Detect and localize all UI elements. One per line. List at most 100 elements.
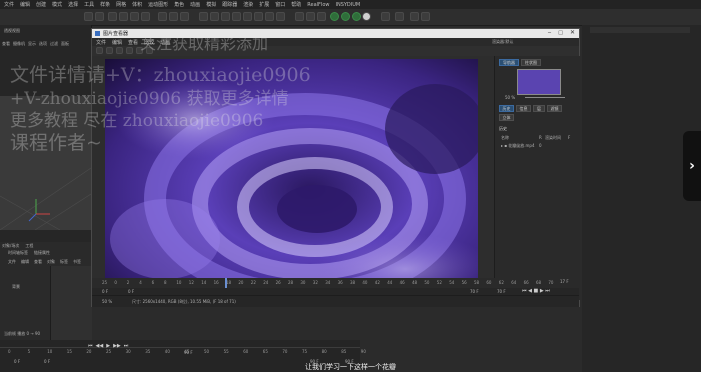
history-row[interactable]: ▸ ▪ 花瓣绽放.mp4 [501, 143, 535, 149]
record-icon[interactable] [362, 12, 371, 21]
menu-item-14[interactable]: 渲染 [243, 1, 253, 8]
last-frame-icon[interactable]: ⏭ [124, 343, 129, 350]
menu-item-1[interactable]: 编辑 [20, 1, 30, 8]
compare-a-icon[interactable] [116, 47, 123, 54]
menu-item-5[interactable]: 工具 [84, 1, 94, 8]
menu-item-7[interactable]: 网格 [116, 1, 126, 8]
menu-item-9[interactable]: 运动图形 [148, 1, 168, 8]
tab-navigator[interactable]: 导航器 [499, 59, 519, 66]
viewport-menu-5[interactable]: 面板 [61, 41, 69, 51]
pv-frame-ruler[interactable]: 25 0 2 4 6 8 10 12 14 16 18 20 22 24 26 28 30 32 34 36 38 40 4… [92, 278, 579, 288]
menu-item-3[interactable]: 模式 [52, 1, 62, 8]
menu-item-8[interactable]: 体积 [132, 1, 142, 8]
frame-b[interactable]: 70 F [470, 289, 479, 294]
object-menu-5[interactable]: 书签 [73, 259, 81, 265]
pv-menu-0[interactable]: 文件 [96, 39, 106, 46]
current-frame-display[interactable]: 90 F [184, 350, 193, 355]
frame-c[interactable]: 70 F [497, 289, 506, 294]
navigator-thumbnail[interactable] [517, 69, 561, 95]
menu-item-0[interactable]: 文件 [4, 1, 14, 8]
render-preset[interactable]: 渲染器:默认 [492, 39, 513, 45]
status-zoom[interactable]: 50 % [102, 299, 112, 304]
pv-playback-icons[interactable]: ⏮ ◀ ■ ▶ ⏭ [522, 288, 550, 294]
axis-y-icon[interactable] [169, 12, 178, 21]
move-icon[interactable] [119, 12, 128, 21]
axis-z-icon[interactable] [180, 12, 189, 21]
compare-b-icon[interactable] [126, 47, 133, 54]
render-icon[interactable] [317, 12, 326, 21]
undo-icon[interactable] [84, 12, 93, 21]
navigator-zoom[interactable]: 50 % [505, 95, 515, 100]
tab-histogram[interactable]: 柱状图 [521, 59, 541, 66]
object-menu-2[interactable]: 查看 [34, 259, 42, 265]
menu-item-4[interactable]: 选择 [68, 1, 78, 8]
prev-key-icon[interactable]: ◀◀ [96, 343, 104, 350]
first-frame-icon[interactable]: ⏮ [88, 343, 93, 350]
maximize-icon[interactable]: □ [558, 30, 563, 36]
next-slide-button[interactable]: › [683, 131, 701, 201]
plugin-green-icon[interactable] [330, 12, 339, 21]
frame-end[interactable]: 17 F [560, 279, 569, 284]
plugin-green-icon-3[interactable] [352, 12, 361, 21]
menu-item-6[interactable]: 样条 [100, 1, 110, 8]
field-icon[interactable] [254, 12, 263, 21]
cube-icon[interactable] [199, 12, 208, 21]
viewport-menu-1[interactable]: 摄像机 [13, 41, 25, 51]
frame-a[interactable]: 0 F [128, 289, 134, 294]
ruler-playhead[interactable] [225, 278, 227, 288]
menu-item-2[interactable]: 创建 [36, 1, 46, 8]
object-menu-3[interactable]: 对象 [47, 259, 55, 265]
workplane-icon[interactable] [395, 12, 404, 21]
menu-item-13[interactable]: 跟踪器 [222, 1, 237, 8]
menu-extra-1[interactable]: INSYDIUM [335, 2, 360, 8]
object-subtab-1[interactable]: 链接属性 [34, 250, 50, 256]
object-menu-0[interactable]: 文件 [8, 259, 16, 265]
plugin-green-icon-2[interactable] [341, 12, 350, 21]
render-view-icon[interactable] [306, 12, 315, 21]
save-icon[interactable] [96, 47, 103, 54]
pen-icon[interactable] [210, 12, 219, 21]
minimize-icon[interactable]: ─ [548, 30, 551, 36]
play-icon[interactable]: ▶ [106, 343, 110, 350]
object-menu-4[interactable]: 标签 [60, 259, 68, 265]
frame-left[interactable]: 0 F [102, 289, 108, 294]
viewport-menu-0[interactable]: 查看 [2, 41, 10, 51]
scale-icon[interactable] [130, 12, 139, 21]
render-region-icon[interactable] [295, 12, 304, 21]
tab-layer[interactable]: 层 [533, 105, 545, 112]
object-tab-1[interactable]: 工程 [25, 243, 33, 249]
menu-extra-0[interactable]: RealFlow [307, 2, 329, 8]
zoom-slider[interactable] [525, 97, 565, 98]
menu-item-11[interactable]: 动画 [190, 1, 200, 8]
menu-item-10[interactable]: 角色 [174, 1, 184, 8]
menu-item-12[interactable]: 模拟 [206, 1, 216, 8]
subdivide-icon[interactable] [221, 12, 230, 21]
object-tab-0[interactable]: 对象/场次 [2, 243, 19, 249]
object-item-background[interactable]: 背景 [12, 284, 20, 290]
tab-stereo[interactable]: 立体 [499, 114, 514, 121]
redo-icon[interactable] [95, 12, 104, 21]
menu-item-16[interactable]: 窗口 [275, 1, 285, 8]
axis-lock-icon[interactable] [410, 12, 419, 21]
open-icon[interactable] [106, 47, 113, 54]
viewport-menu-2[interactable]: 显示 [28, 41, 36, 51]
deformer-icon[interactable] [243, 12, 252, 21]
next-key-icon[interactable]: ▶▶ [113, 343, 121, 350]
close-icon[interactable]: ✕ [570, 29, 575, 36]
viewport-menu-3[interactable]: 选项 [39, 41, 47, 51]
viewport-menu-4[interactable]: 过滤 [50, 41, 58, 51]
cloner-icon[interactable] [232, 12, 241, 21]
select-icon[interactable] [108, 12, 117, 21]
object-menu-1[interactable]: 编辑 [21, 259, 29, 265]
grid-icon[interactable] [421, 12, 430, 21]
axis-x-icon[interactable] [158, 12, 167, 21]
tab-filter[interactable]: 滤镜 [547, 105, 562, 112]
snap-icon[interactable] [381, 12, 390, 21]
tab-info[interactable]: 信息 [516, 105, 531, 112]
rotate-icon[interactable] [141, 12, 150, 21]
floor-icon[interactable] [265, 12, 274, 21]
pv-menu-1[interactable]: 编辑 [112, 39, 122, 46]
menu-item-15[interactable]: 扩展 [259, 1, 269, 8]
pv-menu-2[interactable]: 查看 [128, 39, 138, 46]
object-subtab-0[interactable]: 时间轴标签 [8, 250, 28, 256]
